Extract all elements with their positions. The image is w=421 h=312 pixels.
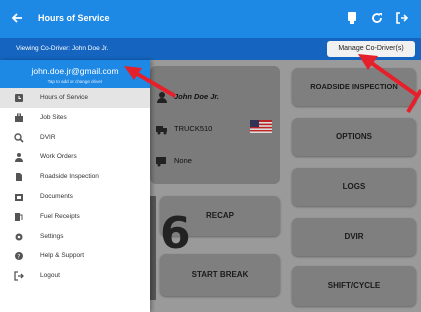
drawer-item-label: Logout — [40, 272, 60, 280]
search-icon — [14, 132, 24, 143]
driver-name: John Doe Jr. — [174, 92, 220, 101]
truck-icon — [156, 126, 167, 135]
drawer-item-label: Fuel Receipts — [40, 212, 80, 220]
briefcase-icon — [15, 113, 23, 122]
device-icon[interactable] — [345, 11, 359, 25]
gear-icon — [15, 233, 23, 241]
drawer-item-label: Hours of Service — [40, 94, 89, 101]
drawer-item-settings[interactable]: Settings — [0, 227, 150, 247]
drawer-item-work-orders[interactable]: Work Orders — [0, 147, 150, 167]
drawer-item-label: Job Sites — [40, 113, 67, 121]
content-edge — [150, 196, 156, 300]
fuel-icon — [15, 212, 23, 221]
us-flag-icon — [250, 120, 272, 133]
svg-text:?: ? — [17, 254, 20, 261]
person-icon — [15, 153, 23, 163]
document-icon — [16, 173, 22, 182]
options-button[interactable]: OPTIONS — [292, 118, 416, 156]
drawer-item-roadside-inspection[interactable]: Roadside Inspection — [0, 167, 150, 187]
drawer-item-help-support[interactable]: ? Help & Support — [0, 246, 150, 266]
step-number: 6 — [160, 208, 191, 259]
folder-icon — [15, 193, 23, 201]
drawer-item-label: Work Orders — [40, 153, 77, 161]
shift-cycle-button[interactable]: SHIFT/CYCLE — [292, 266, 416, 306]
start-break-button[interactable]: START BREAK — [160, 254, 280, 296]
annotation-arrow-partial — [406, 88, 421, 114]
annotation-arrow-email — [124, 66, 177, 98]
viewing-codriver-text: Viewing Co-Driver: John Doe Jr. — [16, 45, 109, 52]
trailer-name: None — [174, 156, 192, 165]
clock-icon — [15, 94, 23, 102]
drawer-item-logout[interactable]: Logout — [0, 266, 150, 286]
drawer-menu: Hours of Service Job Sites DVIR Work Ord… — [0, 88, 150, 286]
drawer-item-label: Settings — [40, 232, 64, 240]
logs-button[interactable]: LOGS — [292, 168, 416, 206]
drawer-item-label: Roadside Inspection — [40, 173, 99, 181]
trailer-icon — [156, 157, 166, 167]
drawer-item-label: DVIR — [40, 133, 56, 141]
dvir-button[interactable]: DVIR — [292, 218, 416, 256]
drawer-item-job-sites[interactable]: Job Sites — [0, 108, 150, 128]
help-icon: ? — [15, 252, 23, 261]
drawer-item-fuel-receipts[interactable]: Fuel Receipts — [0, 207, 150, 227]
logout-icon — [14, 271, 24, 281]
drawer-item-documents[interactable]: Documents — [0, 187, 150, 207]
back-arrow-icon[interactable] — [10, 11, 24, 25]
drawer-item-dvir[interactable]: DVIR — [0, 128, 150, 148]
app-bar: Hours of Service — [0, 0, 421, 38]
truck-name: TRUCK510 — [174, 124, 213, 133]
page-title: Hours of Service — [38, 13, 110, 23]
logout-icon[interactable] — [395, 11, 409, 25]
drawer-item-label: Documents — [40, 192, 73, 200]
refresh-icon[interactable] — [370, 11, 384, 25]
drawer-item-label: Help & Support — [40, 252, 85, 260]
